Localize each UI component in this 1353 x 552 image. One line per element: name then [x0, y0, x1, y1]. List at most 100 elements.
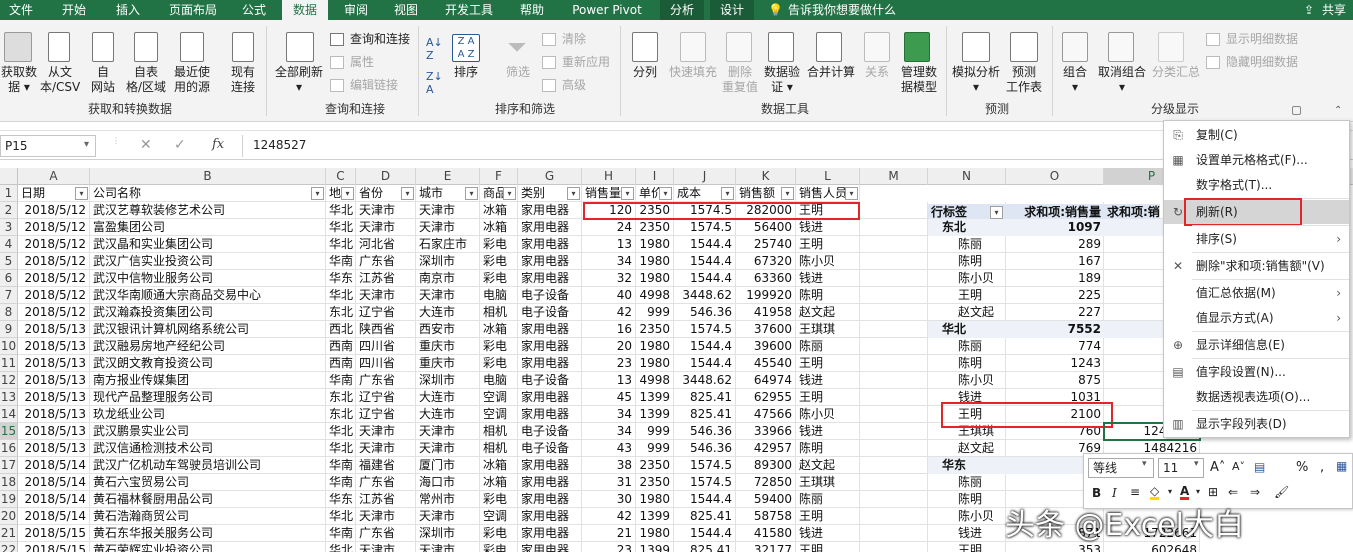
- table-cell[interactable]: 江苏省: [356, 270, 416, 287]
- comma-style-icon[interactable]: ,: [1320, 460, 1324, 475]
- table-cell[interactable]: 王明: [796, 389, 860, 406]
- number-format-icon[interactable]: ▤: [1254, 460, 1265, 474]
- table-cell[interactable]: 33966: [736, 423, 796, 440]
- table-cell[interactable]: 天津市: [416, 287, 480, 304]
- table-cell[interactable]: 广东省: [356, 372, 416, 389]
- table-cell[interactable]: 42957: [736, 440, 796, 457]
- table-cell[interactable]: 华南: [326, 474, 356, 491]
- table-cell[interactable]: 24: [582, 219, 636, 236]
- table-cell[interactable]: 64974: [736, 372, 796, 389]
- table-cell[interactable]: 天津市: [356, 202, 416, 219]
- table-cell[interactable]: 天津市: [356, 287, 416, 304]
- table-cell[interactable]: 钱进: [796, 270, 860, 287]
- pivot-value-qty[interactable]: 289: [1006, 236, 1104, 253]
- table-cell[interactable]: 2018/5/14: [18, 474, 90, 491]
- table-cell[interactable]: 2018/5/12: [18, 236, 90, 253]
- table-cell[interactable]: 1399: [636, 406, 674, 423]
- table-cell[interactable]: 天津市: [416, 202, 480, 219]
- table-cell[interactable]: 大连市: [416, 389, 480, 406]
- table-cell[interactable]: 天津市: [356, 440, 416, 457]
- menu-item[interactable]: ▤ 值字段设置(N)...: [1164, 360, 1349, 384]
- table-cell[interactable]: 东北: [326, 406, 356, 423]
- table-cell[interactable]: 陈丽: [796, 491, 860, 508]
- table-cell[interactable]: 电子设备: [518, 372, 582, 389]
- table-cell[interactable]: 电子设备: [518, 423, 582, 440]
- table-cell[interactable]: 武汉朗文教育投资公司: [90, 355, 326, 372]
- pivot-value-qty[interactable]: 875: [1006, 372, 1104, 389]
- menu-item[interactable]: ⊕ 显示详细信息(E): [1164, 333, 1349, 357]
- filter-dropdown-icon[interactable]: ▾: [401, 187, 414, 200]
- empty-cell[interactable]: [860, 270, 928, 287]
- table-cell[interactable]: 王明: [796, 508, 860, 525]
- empty-cell[interactable]: [860, 440, 928, 457]
- remove-duplicates-button[interactable]: 删除 重复值: [720, 65, 760, 95]
- table-cell[interactable]: 华北: [326, 508, 356, 525]
- tab-power-pivot[interactable]: Power Pivot: [562, 0, 652, 20]
- sort-button[interactable]: 排序: [450, 65, 482, 80]
- table-cell[interactable]: 冰箱: [480, 457, 518, 474]
- table-cell[interactable]: 2018/5/13: [18, 372, 90, 389]
- table-cell[interactable]: 546.36: [674, 304, 736, 321]
- menu-item[interactable]: ⎘ 复制(C): [1164, 123, 1349, 147]
- table-cell[interactable]: 32177: [736, 542, 796, 552]
- pivot-row-label[interactable]: 王明: [928, 542, 1006, 552]
- table-cell[interactable]: 25740: [736, 236, 796, 253]
- table-cell[interactable]: 家用电器: [518, 491, 582, 508]
- pivot-filter-icon[interactable]: ▾: [990, 206, 1003, 219]
- tab-help[interactable]: 帮助: [510, 0, 554, 20]
- subtotal-button[interactable]: 分类汇总: [1150, 65, 1202, 80]
- table-cell[interactable]: 1574.5: [674, 474, 736, 491]
- table-cell[interactable]: 冰箱: [480, 202, 518, 219]
- select-all-corner[interactable]: [0, 168, 18, 185]
- pivot-row-label[interactable]: 华东: [928, 457, 1006, 474]
- table-cell[interactable]: 45: [582, 389, 636, 406]
- table-cell[interactable]: 彩电: [480, 253, 518, 270]
- tell-me-box[interactable]: 告诉我你想要做什么: [788, 0, 908, 20]
- tab-formulas[interactable]: 公式: [232, 0, 276, 20]
- table-cell[interactable]: 34: [582, 406, 636, 423]
- grow-font-icon[interactable]: A˄: [1210, 460, 1225, 475]
- table-cell[interactable]: 47566: [736, 406, 796, 423]
- table-cell[interactable]: 89300: [736, 457, 796, 474]
- table-cell[interactable]: 冰箱: [480, 321, 518, 338]
- table-cell[interactable]: 2018/5/13: [18, 321, 90, 338]
- table-cell[interactable]: 重庆市: [416, 355, 480, 372]
- table-cell[interactable]: 38: [582, 457, 636, 474]
- pivot-row-label[interactable]: 陈丽: [928, 236, 1006, 253]
- queries-connections-button[interactable]: 查询和连接: [330, 32, 410, 47]
- header-cell[interactable]: 公司名称: [90, 185, 326, 202]
- filter-dropdown-icon[interactable]: ▾: [781, 187, 794, 200]
- empty-cell[interactable]: [860, 304, 928, 321]
- table-cell[interactable]: 武汉瀚森投资集团公司: [90, 304, 326, 321]
- table-cell[interactable]: 空调: [480, 389, 518, 406]
- table-cell[interactable]: 武汉广信实业投资公司: [90, 253, 326, 270]
- table-cell[interactable]: 辽宁省: [356, 304, 416, 321]
- row-header[interactable]: 1: [0, 185, 18, 202]
- row-header[interactable]: 19: [0, 491, 18, 508]
- menu-item[interactable]: 值显示方式(A) ›: [1164, 306, 1349, 330]
- table-cell[interactable]: 家用电器: [518, 236, 582, 253]
- forecast-sheet-button[interactable]: 预测 工作表: [1002, 65, 1046, 95]
- table-cell[interactable]: 825.41: [674, 406, 736, 423]
- table-cell[interactable]: 陕西省: [356, 321, 416, 338]
- table-cell[interactable]: 武汉信通检测技术公司: [90, 440, 326, 457]
- empty-cell[interactable]: [860, 491, 928, 508]
- table-cell[interactable]: 彩电: [480, 525, 518, 542]
- what-if-analysis-button[interactable]: 模拟分析 ▾: [950, 65, 1002, 95]
- table-cell[interactable]: 现代产品整理服务公司: [90, 389, 326, 406]
- table-cell[interactable]: 玖龙纸业公司: [90, 406, 326, 423]
- empty-cell[interactable]: [860, 389, 928, 406]
- table-cell[interactable]: 2018/5/12: [18, 270, 90, 287]
- menu-item[interactable]: ✕ 删除"求和项:销售额"(V): [1164, 254, 1349, 278]
- from-table-button[interactable]: 自表 格/区域: [124, 65, 168, 95]
- table-cell[interactable]: 福建省: [356, 457, 416, 474]
- pivot-value-qty[interactable]: 227: [1006, 304, 1104, 321]
- pivot-row-label[interactable]: 华北: [928, 321, 1006, 338]
- increase-decimal-icon[interactable]: ⇒: [1250, 485, 1260, 499]
- table-cell[interactable]: 彩电: [480, 270, 518, 287]
- table-cell[interactable]: 河北省: [356, 236, 416, 253]
- pivot-row-label[interactable]: 王明: [928, 287, 1006, 304]
- table-cell[interactable]: 2018/5/14: [18, 457, 90, 474]
- table-cell[interactable]: 1544.4: [674, 236, 736, 253]
- table-cell[interactable]: 56400: [736, 219, 796, 236]
